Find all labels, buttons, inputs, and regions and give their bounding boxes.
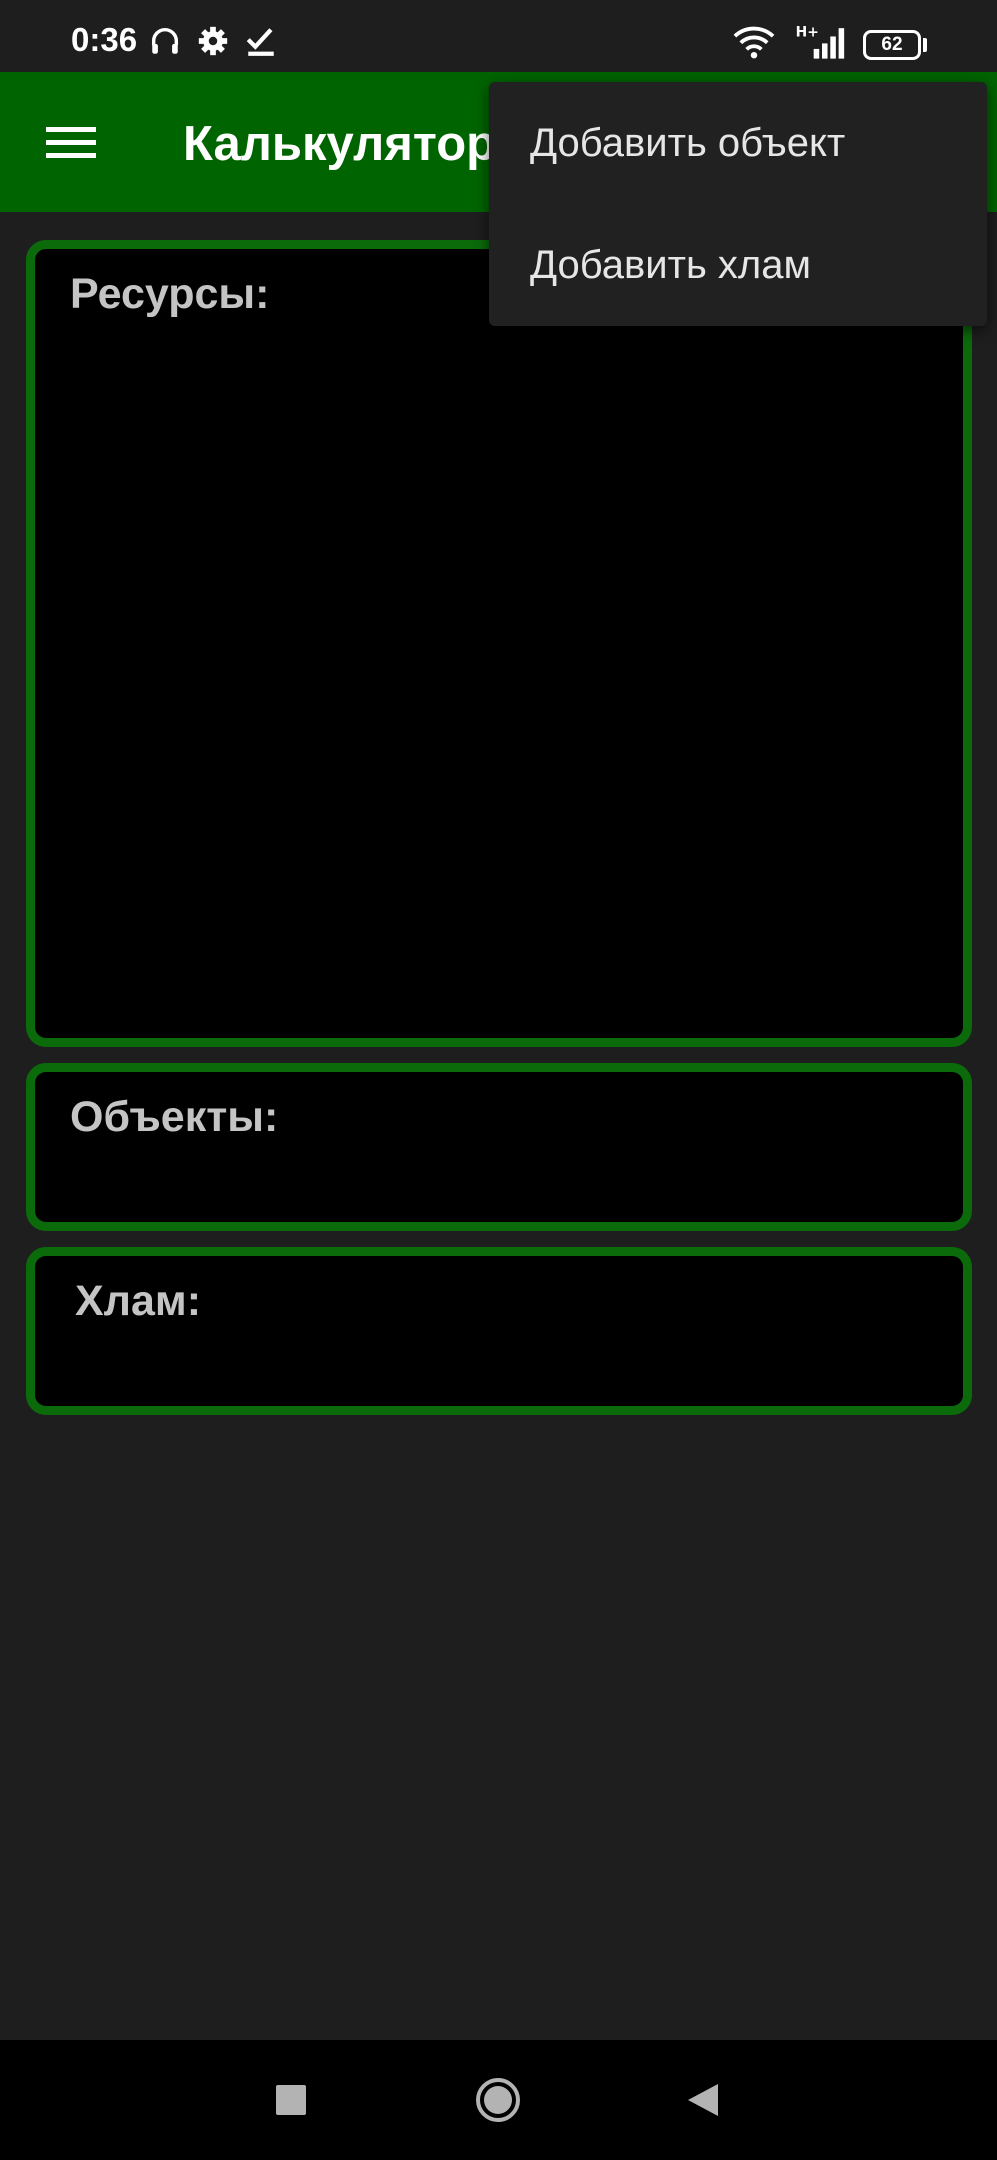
battery-level: 62 — [881, 34, 903, 55]
menu-item-add-junk[interactable]: Добавить хлам — [489, 204, 987, 326]
overflow-menu: Добавить объект Добавить хлам — [489, 82, 987, 326]
objects-label: Объекты: — [70, 1093, 279, 1141]
battery-tip — [923, 38, 927, 52]
hamburger-menu-button[interactable] — [34, 108, 108, 178]
home-button[interactable] — [468, 2070, 528, 2130]
wifi-icon — [732, 24, 776, 60]
signal-icon: H+ — [794, 24, 850, 60]
back-icon — [688, 2084, 718, 2116]
app-screen: 0:36 H+ 62 Калькулятор Ресурсы: Объекты:… — [0, 0, 997, 2160]
menu-item-add-object[interactable]: Добавить объект — [489, 82, 987, 204]
battery-icon: 62 — [863, 30, 921, 60]
back-button[interactable] — [673, 2070, 733, 2130]
recents-button[interactable] — [261, 2070, 321, 2130]
resources-label: Ресурсы: — [70, 270, 270, 318]
resources-card: Ресурсы: — [26, 240, 972, 1047]
check-icon — [244, 24, 278, 58]
status-bar: 0:36 H+ 62 — [0, 0, 997, 72]
navigation-bar — [0, 2040, 997, 2160]
recents-icon — [276, 2085, 306, 2115]
junk-label: Хлам: — [75, 1277, 202, 1325]
network-type-label: H+ — [796, 24, 819, 40]
headset-icon — [148, 24, 182, 58]
junk-card: Хлам: — [26, 1247, 972, 1415]
app-title: Калькулятор — [183, 117, 497, 171]
home-icon — [476, 2078, 520, 2122]
gear-icon — [196, 24, 230, 58]
objects-card: Объекты: — [26, 1063, 972, 1231]
status-time: 0:36 — [71, 21, 138, 58]
hamburger-icon — [46, 127, 96, 158]
